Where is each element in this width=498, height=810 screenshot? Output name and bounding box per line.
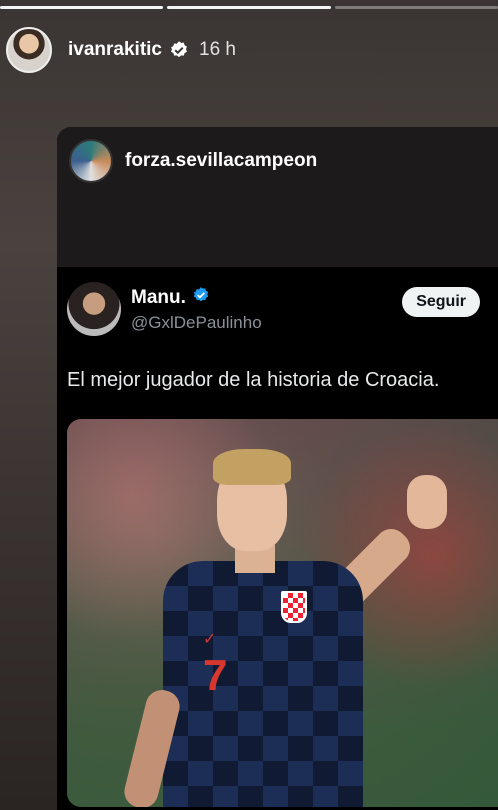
player-jersey [163,561,363,807]
shared-post-username[interactable]: forza.sevillacampeon [125,150,317,172]
player-hair [213,449,291,485]
story-header: ivanrakitic 16 h [6,24,492,76]
tweet-header: Manu. @GxlDePaulinho Seguir [67,281,498,337]
tweet-photo[interactable]: ✓ 7 [67,419,498,807]
avatar[interactable] [6,27,52,73]
follow-button[interactable]: Seguir [402,287,480,317]
tweet-author-name[interactable]: Manu. [131,287,186,309]
shared-post-header: forza.sevillacampeon [57,127,498,267]
tweet-avatar[interactable] [67,282,121,336]
story-username[interactable]: ivanrakitic [68,39,162,61]
progress-segment [167,6,331,9]
shared-post-card[interactable]: forza.sevillacampeon Manu. @GxlDePaulinh… [57,127,498,810]
story-progress-bar [0,6,498,10]
verified-badge-icon [192,286,210,310]
jersey-number: 7 [203,651,228,700]
verified-icon [169,40,189,60]
shared-post-avatar[interactable] [69,139,113,183]
progress-segment [0,6,164,9]
tweet-embed: Manu. @GxlDePaulinho Seguir El mejor jug… [57,267,498,810]
story-timestamp: 16 h [199,39,236,60]
tweet-text: El mejor jugador de la historia de Croac… [67,369,440,391]
player-hand [407,475,447,529]
croatia-crest-icon [281,591,307,623]
nike-logo-icon: ✓ [203,631,217,648]
progress-segment [334,6,498,9]
tweet-handle[interactable]: @GxlDePaulinho [131,313,262,333]
